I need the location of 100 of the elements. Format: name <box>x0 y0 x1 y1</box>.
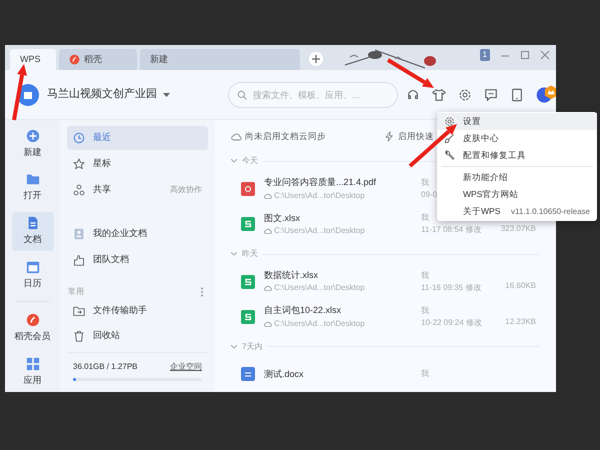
file-path: C:\Users\Ad...tor\Desktop <box>274 190 365 202</box>
storage-usage: 36.01GB / 1.27PB <box>73 361 138 373</box>
settings-icon <box>444 116 455 127</box>
menu-item[interactable]: 设置 <box>437 113 597 130</box>
menu-item[interactable]: 皮肤中心 <box>437 130 597 147</box>
workspace-selector[interactable]: 马兰山视频文创产业园 <box>47 86 170 103</box>
file-owner: 我 <box>421 270 429 282</box>
brush-icon <box>444 133 455 144</box>
group-label: 今天 <box>242 155 258 168</box>
nav-item[interactable]: 星标 <box>67 152 208 176</box>
document-icon <box>26 216 40 230</box>
section-label: 常用 <box>68 286 84 298</box>
caret-icon <box>163 92 170 96</box>
menu-item[interactable]: WPS官方网站 <box>437 186 597 203</box>
tab[interactable]: 稻壳 <box>59 49 137 70</box>
quick-access-button[interactable]: 启用快速 <box>384 130 434 144</box>
calendar-icon <box>26 260 40 274</box>
share-icon <box>73 184 85 196</box>
chevron-icon <box>231 344 237 349</box>
document-file-icon <box>241 367 255 382</box>
cloud-sync-button[interactable]: 尚未启用文档云同步 <box>231 130 326 144</box>
lightning-icon <box>384 131 395 142</box>
search-icon <box>237 90 247 100</box>
annotation-arrow <box>12 64 27 120</box>
docer-logo-icon <box>26 312 40 327</box>
plus-icon <box>26 128 40 143</box>
rail-item[interactable]: 稻壳会员 <box>12 308 54 348</box>
trash-icon <box>73 330 85 342</box>
spreadsheet-file-icon <box>241 274 255 289</box>
wrench-icon <box>444 150 455 161</box>
file-owner: 我 <box>421 177 429 190</box>
search-field[interactable]: 搜索文件、模板、应用、... <box>228 82 398 108</box>
file-name: 数据统计.xlsx <box>264 268 319 282</box>
modified-time: 10-22 09:24 修改 <box>421 317 482 330</box>
apps-grid-icon <box>26 356 40 371</box>
thumbs-up-icon <box>73 254 85 266</box>
tab[interactable]: 新建 <box>140 49 300 70</box>
file-size: 12.23KB <box>505 316 537 328</box>
nav-item[interactable]: 回收站 <box>67 324 208 348</box>
nav-item[interactable]: 最近 <box>67 126 208 150</box>
cloud-icon <box>264 320 272 328</box>
file-path: C:\Users\Ad...tor\Desktop <box>274 225 365 238</box>
menu-item[interactable]: 新功能介绍 <box>437 169 597 186</box>
spreadsheet-file-icon <box>241 310 255 324</box>
nav-item[interactable]: 共享 高效协作 <box>67 178 208 202</box>
file-name: 测试.docx <box>264 368 305 380</box>
rail-item[interactable]: 打开 <box>12 168 54 208</box>
file-owner: 我 <box>421 212 429 224</box>
rail-item[interactable]: 日历 <box>12 255 54 296</box>
chevron-icon <box>231 252 237 256</box>
tab[interactable]: WPS <box>10 49 56 70</box>
enterprise-space-link[interactable]: 企业空间 <box>170 361 202 373</box>
nav-item[interactable]: 团队文档 <box>67 248 208 272</box>
person-card-icon <box>73 228 85 240</box>
group-label: 7天内 <box>242 340 262 353</box>
annotation-arrow <box>408 124 457 168</box>
clock-icon <box>73 132 85 144</box>
tablet-icon[interactable] <box>510 88 524 102</box>
modified-time: 11-16 09:35 修改 <box>421 282 482 294</box>
settings-icon[interactable] <box>458 88 472 102</box>
new-tab-button[interactable] <box>309 52 323 66</box>
annotation-arrow <box>386 58 434 88</box>
file-owner: 我 <box>421 368 429 380</box>
group-label: 昨天 <box>242 248 258 260</box>
docer-logo-icon <box>69 54 80 65</box>
headset-icon[interactable] <box>406 88 420 102</box>
cloud-icon <box>264 284 272 292</box>
file-name: 专业问答内容质量...21.4.pdf <box>264 176 378 190</box>
shirt-icon[interactable] <box>432 88 446 102</box>
notification-badge: 1 <box>480 49 490 61</box>
star-icon <box>73 158 85 170</box>
nav-note: 高效协作 <box>170 184 202 196</box>
cloud-icon <box>264 192 272 200</box>
file-name: 自主词包10-22.xlsx <box>264 304 342 318</box>
file-name: 图文.xlsx <box>264 212 301 225</box>
cloud-icon <box>264 227 272 236</box>
menu-item[interactable]: 配置和修复工具 <box>437 147 597 164</box>
rail-item[interactable]: 新建 <box>12 124 54 164</box>
file-path: C:\Users\Ad...tor\Desktop <box>274 282 365 294</box>
menu-item[interactable]: 关于WPS v11.1.0.10650-release <box>437 203 597 220</box>
rail-item[interactable]: 应用 <box>12 352 54 392</box>
close-button[interactable] <box>540 50 550 60</box>
file-size: 16.60KB <box>505 280 537 292</box>
nav-item[interactable]: 我的企业文档 <box>67 222 208 246</box>
pdf-file-icon <box>241 182 255 196</box>
folder-icon <box>26 172 40 186</box>
modified-time: 09-0 <box>421 189 438 202</box>
version-label: v11.1.0.10650-release <box>510 206 590 218</box>
spreadsheet-file-icon <box>241 217 255 232</box>
file-size: 323.07KB <box>500 222 537 235</box>
file-path: C:\Users\Ad...tor\Desktop <box>274 318 365 330</box>
rail-item[interactable]: 文档 <box>12 212 54 252</box>
cloud-icon <box>231 131 242 142</box>
folder-arrow-icon <box>73 305 85 317</box>
modified-time: 11-17 08:54 修改 <box>421 224 482 236</box>
chevron-icon <box>231 159 237 164</box>
nav-item[interactable]: 文件传输助手 <box>67 299 208 323</box>
message-icon[interactable] <box>484 88 498 102</box>
maximize-button[interactable] <box>520 50 530 60</box>
file-owner: 我 <box>421 305 429 318</box>
